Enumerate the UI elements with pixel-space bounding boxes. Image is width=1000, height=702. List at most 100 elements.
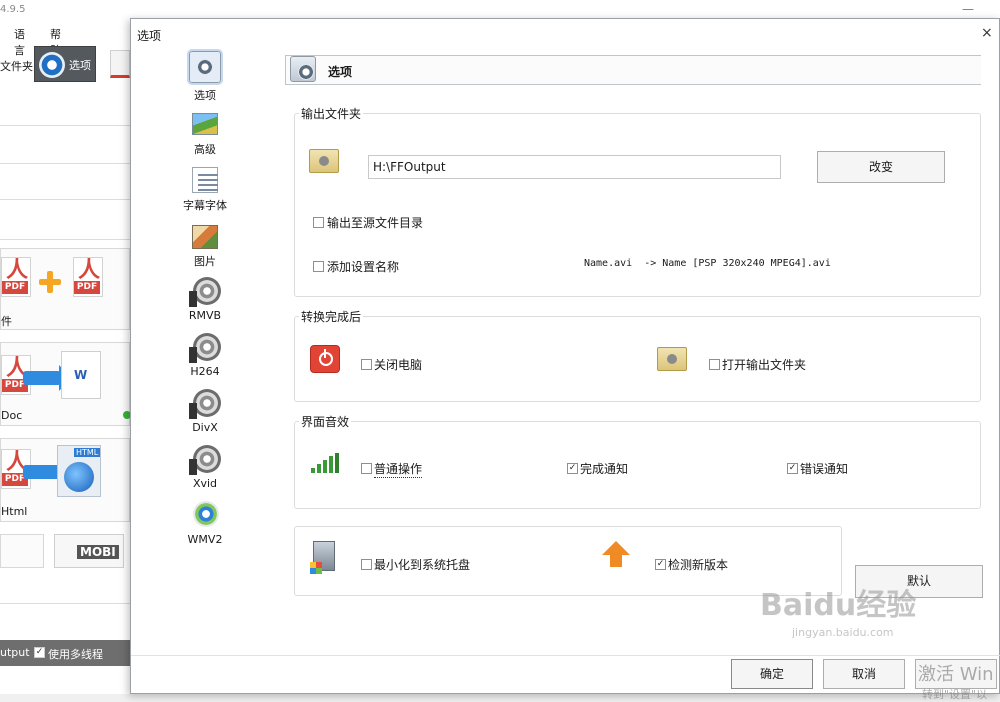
check-update-checkbox[interactable]: ✓ — [655, 559, 666, 570]
cancel-button[interactable]: 取消 — [823, 659, 905, 689]
nav-item-divx[interactable]: DivX — [165, 389, 245, 441]
folder-icon — [309, 149, 339, 173]
nav-item-h264[interactable]: H264 — [165, 333, 245, 385]
normal-op-label: 普通操作 — [374, 462, 423, 478]
toolbar: 文件夹 选项 — [0, 46, 130, 86]
toolbar-folder-button[interactable]: 文件夹 — [0, 58, 33, 74]
list-row — [0, 200, 130, 240]
arrow-right-icon — [23, 365, 71, 391]
list-row — [0, 164, 130, 200]
complete-notify-label: 完成通知 — [580, 462, 629, 476]
nav-item-label: H264 — [190, 365, 220, 378]
list-row — [0, 568, 130, 604]
shutdown-checkbox[interactable] — [361, 359, 372, 370]
nav-item-label: 字幕字体 — [183, 199, 227, 212]
advanced-icon — [192, 113, 218, 135]
group-title: 转换完成后 — [299, 308, 364, 325]
film-reel-icon — [189, 389, 221, 419]
error-notify-checkbox[interactable]: ✓ — [787, 463, 798, 474]
pdf-to-html-card[interactable]: 人 PDF HTML Html — [0, 438, 130, 522]
film-reel-icon — [189, 277, 221, 307]
pdf-icon: 人 PDF — [1, 257, 31, 297]
picture-icon — [192, 225, 218, 249]
system-tray-icon — [310, 541, 335, 574]
nav-item-xvid[interactable]: Xvid — [165, 445, 245, 497]
person-card[interactable] — [0, 534, 44, 568]
options-dialog: 选项 × 选项 高级 字幕字体 图片 RMVB H264 DivX Xvid W… — [130, 18, 1000, 694]
output-to-source-checkbox[interactable] — [313, 217, 324, 228]
default-button[interactable]: 默认 — [855, 565, 983, 598]
add-setting-name-checkbox[interactable] — [313, 261, 324, 272]
footer-divider — [131, 655, 1000, 656]
section-title: 选项 — [328, 65, 353, 79]
multithread-checkbox[interactable]: ✓ — [34, 647, 45, 658]
ok-button[interactable]: 确定 — [731, 659, 813, 689]
subtitle-font-icon — [192, 167, 218, 193]
nav-item-label: RMVB — [188, 309, 222, 322]
plus-icon — [39, 271, 61, 293]
nav-item-advanced[interactable]: 高级 — [165, 111, 245, 163]
minimize-tray-checkbox[interactable] — [361, 559, 372, 570]
output-to-source-label: 输出至源文件目录 — [327, 216, 424, 230]
nav-item-label: 选项 — [194, 89, 216, 102]
multithread-label: 使用多线程 — [48, 648, 103, 661]
card-label: Doc — [1, 409, 23, 422]
dialog-title: 选项 — [137, 29, 162, 43]
folder-icon — [657, 347, 687, 371]
group-title: 界面音效 — [299, 413, 352, 430]
nav-item-label: DivX — [192, 421, 218, 434]
open-output-checkbox[interactable] — [709, 359, 720, 370]
complete-notify-checkbox[interactable]: ✓ — [567, 463, 578, 474]
nav-item-label: Xvid — [192, 477, 218, 490]
toolbar-options-button[interactable]: 选项 — [34, 46, 96, 82]
toolbar-document-icon[interactable] — [110, 50, 130, 78]
pdf-joiner-card[interactable]: 人 PDF 人 PDF 件 — [0, 248, 130, 330]
error-notify-label: 错误通知 — [800, 462, 849, 476]
add-setting-name-label: 添加设置名称 — [327, 260, 400, 274]
nav-item-options[interactable]: 选项 — [165, 49, 245, 103]
toolbar-options-label: 选项 — [69, 59, 91, 72]
update-arrow-icon — [602, 541, 630, 569]
minimize-icon[interactable]: — — [962, 2, 974, 16]
apply-button[interactable] — [915, 659, 997, 689]
shutdown-label: 关闭电脑 — [374, 358, 423, 372]
options-icon — [290, 56, 316, 82]
arrow-right-icon — [23, 459, 71, 485]
group-title: 输出文件夹 — [299, 105, 364, 122]
app-version: 4.9.5 — [0, 4, 26, 15]
section-header: 选项 — [285, 55, 981, 85]
output-label: utput — [0, 646, 30, 659]
mobi-card[interactable]: MOBI — [54, 534, 124, 568]
wmv-icon — [193, 501, 219, 527]
film-reel-icon — [189, 445, 221, 475]
nav-item-picture[interactable]: 图片 — [165, 223, 245, 275]
nav-item-subtitle-font[interactable]: 字幕字体 — [165, 167, 245, 219]
film-reel-icon — [189, 333, 221, 363]
list-row — [0, 126, 130, 164]
nav-item-label: WMV2 — [187, 533, 223, 546]
pdf-to-doc-card[interactable]: 人 PDF W Doc — [0, 342, 131, 426]
nav-item-label: 高级 — [194, 143, 216, 156]
change-folder-button[interactable]: 改变 — [817, 151, 945, 183]
nav-item-rmvb[interactable]: RMVB — [165, 277, 245, 329]
normal-op-checkbox[interactable] — [361, 463, 372, 474]
card-label: Html — [1, 505, 28, 518]
filename-sample: Name.avi -> Name [PSP 320x240 MPEG4].avi — [584, 258, 831, 269]
status-bar: utput ✓ 使用多线程 — [0, 640, 130, 666]
gear-icon — [39, 52, 65, 78]
close-icon[interactable]: × — [981, 25, 993, 41]
nav-item-label: 图片 — [194, 255, 216, 268]
output-path-field[interactable]: H:\FFOutput — [368, 155, 781, 179]
volume-bars-icon — [311, 453, 341, 473]
list-row — [0, 90, 130, 126]
check-update-label: 检测新版本 — [668, 558, 729, 572]
pdf-icon: 人 PDF — [73, 257, 103, 297]
open-output-label: 打开输出文件夹 — [722, 358, 807, 372]
word-doc-icon: W — [61, 351, 101, 399]
nav-item-wmv2[interactable]: WMV2 — [165, 501, 245, 553]
power-icon — [310, 345, 340, 373]
minimize-tray-label: 最小化到系统托盘 — [374, 558, 471, 572]
html-globe-icon: HTML — [57, 445, 101, 497]
options-icon — [187, 49, 223, 85]
card-label: 件 — [1, 315, 12, 328]
